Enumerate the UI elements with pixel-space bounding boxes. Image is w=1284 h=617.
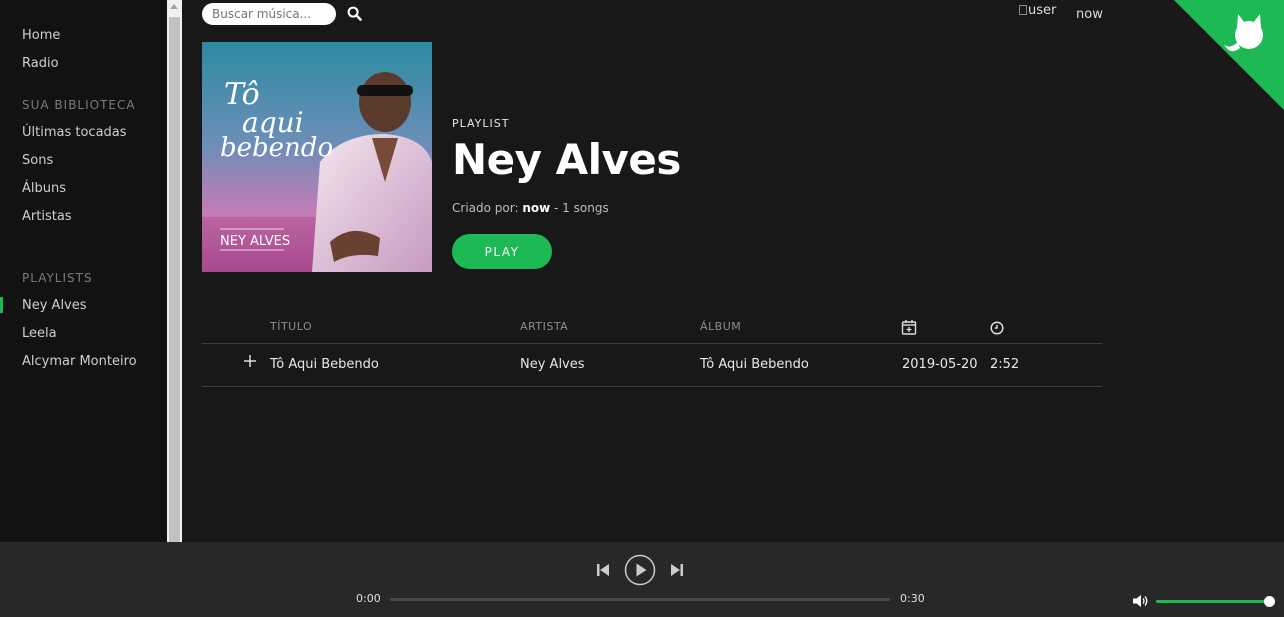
- sidebar: Home Radio SUA BIBLIOTECA Últimas tocada…: [0, 0, 167, 542]
- playlist-cover-image: Tô aqui bebendo NEY ALVES: [202, 42, 432, 272]
- add-track-icon[interactable]: [244, 355, 256, 367]
- sidebar-item-artists[interactable]: Artistas: [22, 209, 72, 224]
- total-time: 0:30: [900, 592, 925, 605]
- cover-artist-text: NEY ALVES: [220, 234, 290, 249]
- track-date-added: 2019-05-20: [902, 357, 978, 372]
- play-playlist-button[interactable]: PLAY: [452, 234, 552, 269]
- track-duration: 2:52: [990, 357, 1020, 372]
- search-icon[interactable]: [347, 6, 362, 21]
- track-title[interactable]: Tô Aqui Bebendo: [270, 357, 379, 372]
- scroll-up-arrow-icon[interactable]: [170, 4, 178, 9]
- volume-fill: [1156, 600, 1270, 603]
- calendar-add-icon: [901, 320, 917, 335]
- playlist-title: Ney Alves: [452, 135, 681, 184]
- player-bar: 0:00 0:30: [0, 542, 1284, 617]
- scrollbar-thumb[interactable]: [169, 17, 180, 542]
- column-header-artist: ARTISTA: [520, 320, 569, 333]
- sidebar-scrollbar[interactable]: [167, 0, 182, 542]
- sidebar-item-songs[interactable]: Sons: [22, 153, 53, 168]
- playlist-type-label: PLAYLIST: [452, 117, 510, 130]
- playlist-owner[interactable]: now: [522, 201, 550, 215]
- user-name[interactable]: now: [1076, 7, 1103, 22]
- search-input[interactable]: [202, 3, 336, 25]
- volume-slider-knob[interactable]: [1264, 596, 1275, 607]
- track-artist[interactable]: Ney Alves: [520, 357, 585, 372]
- github-corner-octocat-icon[interactable]: [1174, 0, 1284, 110]
- playlists-heading: PLAYLISTS: [22, 271, 93, 285]
- progress-bar[interactable]: [390, 598, 890, 601]
- playlist-meta: Criado por: now - 1 songs: [452, 201, 609, 215]
- next-track-icon[interactable]: [670, 563, 683, 577]
- sidebar-item-radio[interactable]: Radio: [22, 56, 59, 71]
- broken-image-icon: [1019, 5, 1027, 15]
- sidebar-playlist-leela[interactable]: Leela: [22, 326, 57, 341]
- column-header-title: TÍTULO: [270, 320, 313, 333]
- user-avatar[interactable]: user: [1019, 3, 1056, 18]
- volume-icon[interactable]: [1133, 594, 1149, 608]
- column-header-album: ÁLBUM: [700, 320, 742, 333]
- sidebar-playlist-ney-alves[interactable]: Ney Alves: [22, 298, 87, 313]
- sidebar-item-recent[interactable]: Últimas tocadas: [22, 125, 127, 140]
- sidebar-playlist-alcymar-monteiro[interactable]: Alcymar Monteiro: [22, 354, 137, 369]
- clock-icon: [990, 321, 1004, 335]
- header-divider: [202, 343, 1102, 344]
- current-time: 0:00: [356, 592, 381, 605]
- sidebar-item-albums[interactable]: Álbuns: [22, 181, 66, 196]
- play-pause-button-icon[interactable]: [624, 554, 656, 586]
- track-album[interactable]: Tô Aqui Bebendo: [700, 357, 809, 372]
- song-count: - 1 songs: [554, 201, 609, 215]
- cover-text-line3: bebendo: [220, 133, 333, 163]
- app-root: Home Radio SUA BIBLIOTECA Últimas tocada…: [0, 0, 1284, 617]
- volume-slider[interactable]: [1156, 600, 1270, 603]
- created-by-label: Criado por:: [452, 201, 519, 215]
- sidebar-item-home[interactable]: Home: [22, 28, 60, 43]
- user-avatar-alt: user: [1028, 3, 1057, 18]
- library-heading: SUA BIBLIOTECA: [22, 98, 136, 112]
- row-divider: [202, 386, 1102, 387]
- main-content: user now: [182, 0, 1284, 542]
- active-indicator: [0, 297, 3, 313]
- previous-track-icon[interactable]: [597, 563, 610, 577]
